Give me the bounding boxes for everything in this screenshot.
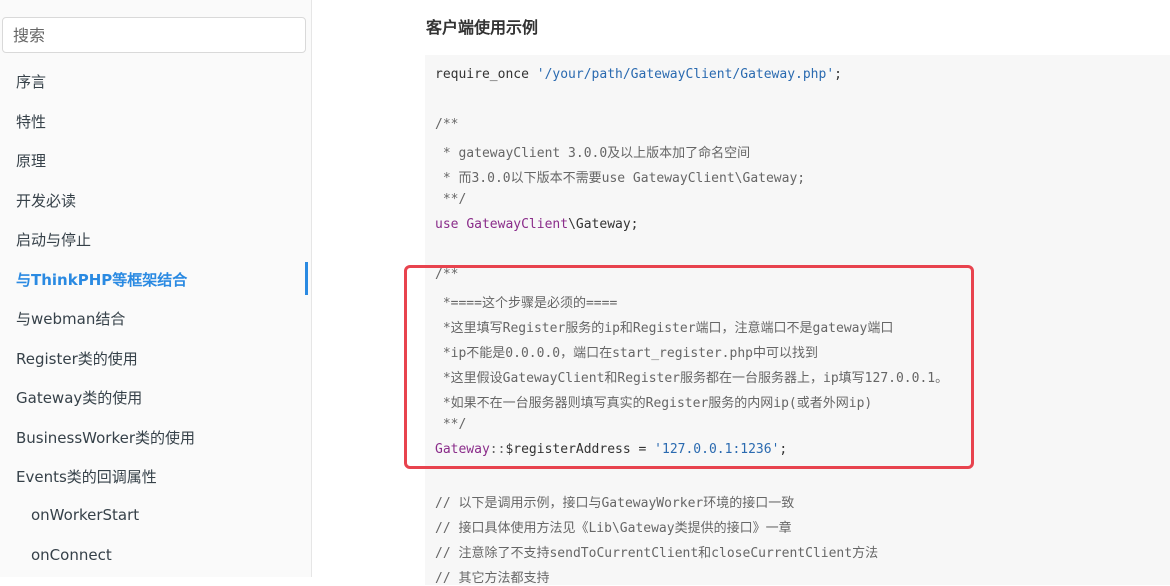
code-comment-line: /** bbox=[435, 117, 459, 132]
sidebar-item-features[interactable]: 特性 bbox=[16, 111, 46, 132]
sidebar-item-start-stop[interactable]: 启动与停止 bbox=[16, 229, 91, 250]
code-comment-line: // 以下是调用示例，接口与GatewayWorker环境的接口一致 bbox=[435, 496, 795, 511]
code-line-require: require_once '/your/path/GatewayClient/G… bbox=[435, 67, 842, 82]
sidebar: 序言 特性 原理 开发必读 启动与停止 与ThinkPHP等框架结合 与webm… bbox=[0, 0, 312, 577]
code-line-use: use GatewayClient\Gateway; bbox=[435, 217, 639, 232]
code-comment-line: * gatewayClient 3.0.0及以上版本加了命名空间 bbox=[435, 146, 751, 161]
sidebar-item-preface[interactable]: 序言 bbox=[16, 71, 46, 92]
sidebar-item-businessworker[interactable]: BusinessWorker类的使用 bbox=[16, 427, 195, 448]
sidebar-item-events[interactable]: Events类的回调属性 bbox=[16, 466, 157, 487]
sidebar-item-thinkphp[interactable]: 与ThinkPHP等框架结合 bbox=[16, 269, 187, 290]
sidebar-item-onconnect[interactable]: onConnect bbox=[31, 546, 112, 564]
sidebar-item-must-read[interactable]: 开发必读 bbox=[16, 190, 76, 211]
sidebar-item-onworkerstart[interactable]: onWorkerStart bbox=[31, 506, 139, 524]
code-comment-line: **/ bbox=[435, 192, 467, 207]
code-comment-line: // 注意除了不支持sendToCurrentClient和closeCurre… bbox=[435, 546, 879, 561]
sidebar-item-register[interactable]: Register类的使用 bbox=[16, 348, 138, 369]
highlight-box bbox=[404, 265, 974, 469]
active-indicator bbox=[305, 262, 308, 295]
sidebar-item-webman[interactable]: 与webman结合 bbox=[16, 308, 125, 329]
sidebar-item-gateway[interactable]: Gateway类的使用 bbox=[16, 387, 142, 408]
code-comment-line: * 而3.0.0以下版本不需要use GatewayClient\Gateway… bbox=[435, 171, 806, 186]
search-input[interactable] bbox=[2, 17, 306, 53]
page-heading: 客户端使用示例 bbox=[426, 18, 539, 37]
code-comment-line: // 接口具体使用方法见《Lib\Gateway类提供的接口》一章 bbox=[435, 521, 792, 536]
sidebar-item-principle[interactable]: 原理 bbox=[16, 150, 46, 171]
